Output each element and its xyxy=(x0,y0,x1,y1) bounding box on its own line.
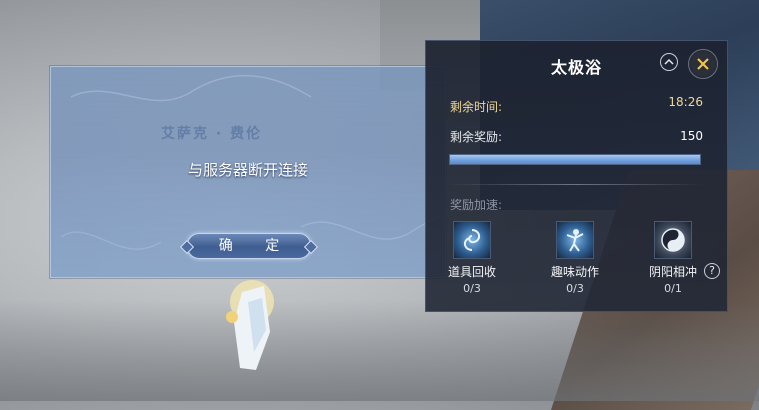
dialog-message: 与服务器断开连接 xyxy=(187,161,308,179)
remaining-reward-label: 剩余奖励: xyxy=(450,130,503,144)
skill-count: 0/1 xyxy=(664,282,682,295)
reward-progress-bar xyxy=(449,154,701,165)
disconnect-dialog: 艾萨克 · 费伦 与服务器断开连接 确 定 xyxy=(50,66,446,278)
skill-count: 0/3 xyxy=(463,282,481,295)
yin-yang-icon[interactable] xyxy=(654,221,692,259)
help-icon[interactable]: ? xyxy=(704,263,720,279)
stone-floor xyxy=(0,300,759,401)
dance-icon[interactable] xyxy=(556,221,594,259)
close-button[interactable] xyxy=(688,49,718,79)
skill-name: 趣味动作 xyxy=(550,265,599,279)
taiji-bath-panel: 太极浴 剩余时间: 18:26 剩余奖励: 150 奖励加速: 道具回收 0/3 xyxy=(425,40,728,312)
skill-count: 0/3 xyxy=(566,282,584,295)
close-icon xyxy=(697,58,709,70)
confirm-button[interactable]: 确 定 xyxy=(187,233,311,259)
skill-name: 阴阳相冲 xyxy=(648,265,697,279)
panel-title: 太极浴 xyxy=(550,58,602,77)
skill-name: 道具回收 xyxy=(447,265,496,279)
player-character[interactable] xyxy=(212,272,292,372)
reward-speed-label: 奖励加速: xyxy=(450,198,503,212)
skill-item-yin-yang[interactable]: 阴阳相冲 0/1 xyxy=(633,221,713,295)
skill-item-recycle[interactable]: 道具回收 0/3 xyxy=(432,221,512,295)
skill-item-fun-action[interactable]: 趣味动作 0/3 xyxy=(535,221,615,295)
reward-progress-fill xyxy=(450,155,700,164)
divider xyxy=(446,184,704,185)
collapse-button[interactable] xyxy=(660,53,678,71)
remaining-time-value: 18:26 xyxy=(668,95,703,109)
remaining-reward-value: 150 xyxy=(680,129,703,143)
remaining-time-label: 剩余时间: xyxy=(450,100,503,114)
dialog-background-name: 艾萨克 · 费伦 xyxy=(161,126,263,142)
vortex-icon[interactable] xyxy=(453,221,491,259)
chevron-up-icon xyxy=(664,58,674,65)
